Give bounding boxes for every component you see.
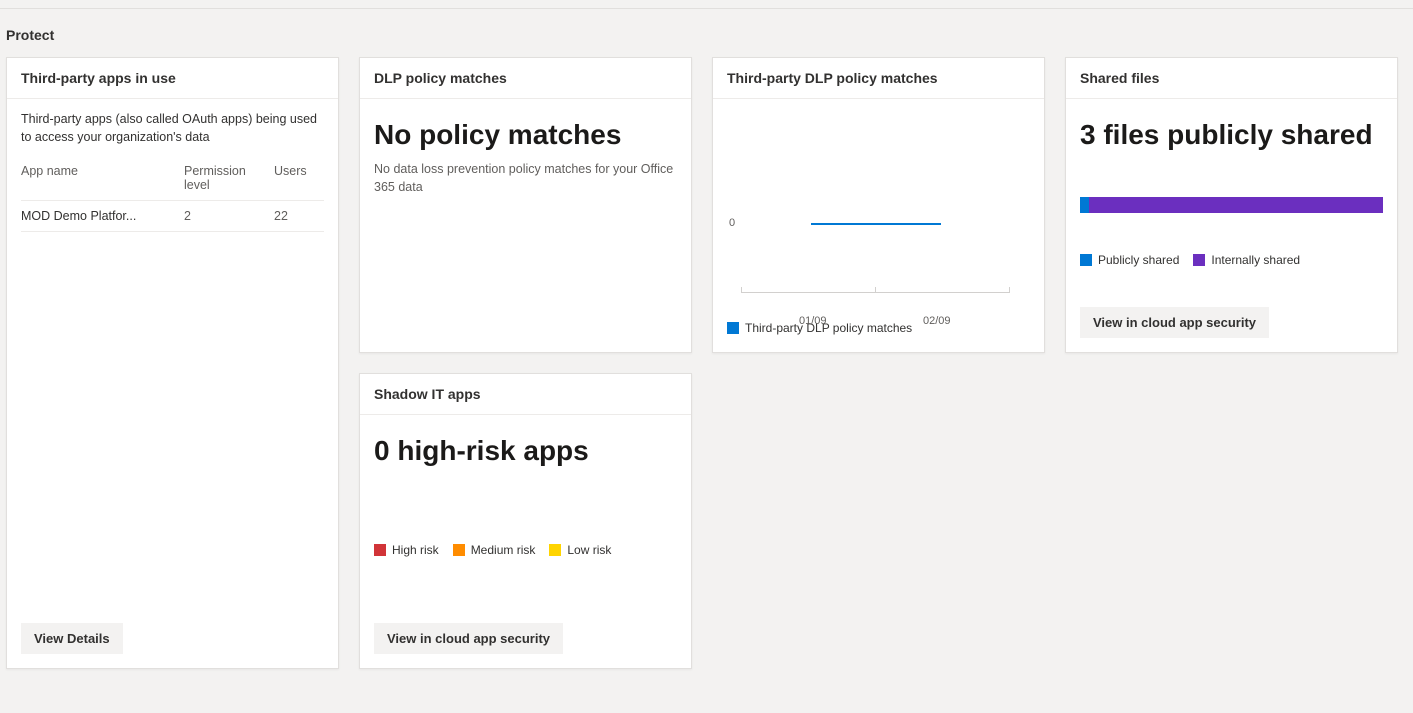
x-label-2: 02/09 [923, 315, 951, 327]
legend-item-internal: Internally shared [1193, 253, 1300, 267]
axis-tick [741, 287, 742, 293]
chart-legend: High risk Medium risk Low risk [374, 543, 677, 557]
legend-label: Publicly shared [1098, 253, 1179, 267]
card-shared-files: Shared files 3 files publicly shared Pub… [1065, 57, 1398, 353]
table-row[interactable]: MOD Demo Platfor... 2 22 [21, 201, 324, 232]
legend-label: Internally shared [1211, 253, 1300, 267]
card-description: Third-party apps (also called OAuth apps… [21, 111, 324, 146]
chart-legend: Third-party DLP policy matches [727, 321, 1030, 335]
chart-legend: Publicly shared Internally shared [1080, 253, 1383, 267]
chart-line [811, 223, 941, 225]
card-body: No policy matches No data loss preventio… [360, 99, 691, 352]
card-third-party-apps: Third-party apps in use Third-party apps… [6, 57, 339, 669]
legend-label: High risk [392, 543, 439, 557]
card-shadow-it: Shadow IT apps 0 high-risk apps High ris… [359, 373, 692, 669]
card-body: 3 files publicly shared Publicly shared … [1066, 99, 1397, 307]
card-footer: View Details [7, 623, 338, 668]
card-footer: View in cloud app security [1066, 307, 1397, 352]
headline: 0 high-risk apps [374, 435, 677, 467]
legend-label: Third-party DLP policy matches [745, 321, 912, 335]
y-axis-label: 0 [729, 217, 735, 229]
card-header: Third-party DLP policy matches [713, 58, 1044, 99]
view-cloud-app-security-button[interactable]: View in cloud app security [374, 623, 563, 654]
legend-label: Medium risk [471, 543, 536, 557]
table-header-row: App name Permission level Users [21, 156, 324, 201]
legend-swatch-icon [453, 544, 465, 556]
card-body: 0 01/09 02/09 Third-party DLP policy mat… [713, 99, 1044, 352]
legend-swatch-icon [1193, 254, 1205, 266]
body-text: No data loss prevention policy matches f… [374, 161, 677, 196]
card-header: Shared files [1066, 58, 1397, 99]
axis-tick [875, 287, 876, 293]
legend-label: Low risk [567, 543, 611, 557]
card-dlp-matches: DLP policy matches No policy matches No … [359, 57, 692, 353]
col-users: Users [274, 164, 324, 192]
view-cloud-app-security-button[interactable]: View in cloud app security [1080, 307, 1269, 338]
x-label-1: 01/09 [799, 315, 827, 327]
card-footer: View in cloud app security [360, 623, 691, 668]
col-app-name: App name [21, 164, 184, 192]
axis-tick [1009, 287, 1010, 293]
legend-item-public: Publicly shared [1080, 253, 1179, 267]
view-details-button[interactable]: View Details [21, 623, 123, 654]
dlp-chart: 0 01/09 02/09 [727, 131, 1030, 311]
col-permission: Permission level [184, 164, 274, 192]
card-body: Third-party apps (also called OAuth apps… [7, 99, 338, 623]
card-header: Third-party apps in use [7, 58, 338, 99]
legend-item-high: High risk [374, 543, 439, 557]
card-header: Shadow IT apps [360, 374, 691, 415]
legend-swatch-icon [1080, 254, 1092, 266]
stacked-bar-chart [1080, 197, 1383, 213]
section-title: Protect [0, 9, 1413, 57]
legend-swatch-icon [374, 544, 386, 556]
legend-item-medium: Medium risk [453, 543, 536, 557]
card-body: 0 high-risk apps High risk Medium risk L… [360, 415, 691, 623]
headline: No policy matches [374, 119, 677, 151]
card-third-party-dlp: Third-party DLP policy matches 0 01/09 0… [712, 57, 1045, 353]
legend-swatch-icon [727, 322, 739, 334]
headline: 3 files publicly shared [1080, 119, 1383, 151]
card-header: DLP policy matches [360, 58, 691, 99]
legend-swatch-icon [549, 544, 561, 556]
cell-app-name: MOD Demo Platfor... [21, 209, 184, 223]
cell-users: 22 [274, 209, 324, 223]
cell-permission: 2 [184, 209, 274, 223]
bar-segment-public [1080, 197, 1089, 213]
cards-grid: Third-party apps in use Third-party apps… [0, 57, 1413, 669]
legend-item-low: Low risk [549, 543, 611, 557]
